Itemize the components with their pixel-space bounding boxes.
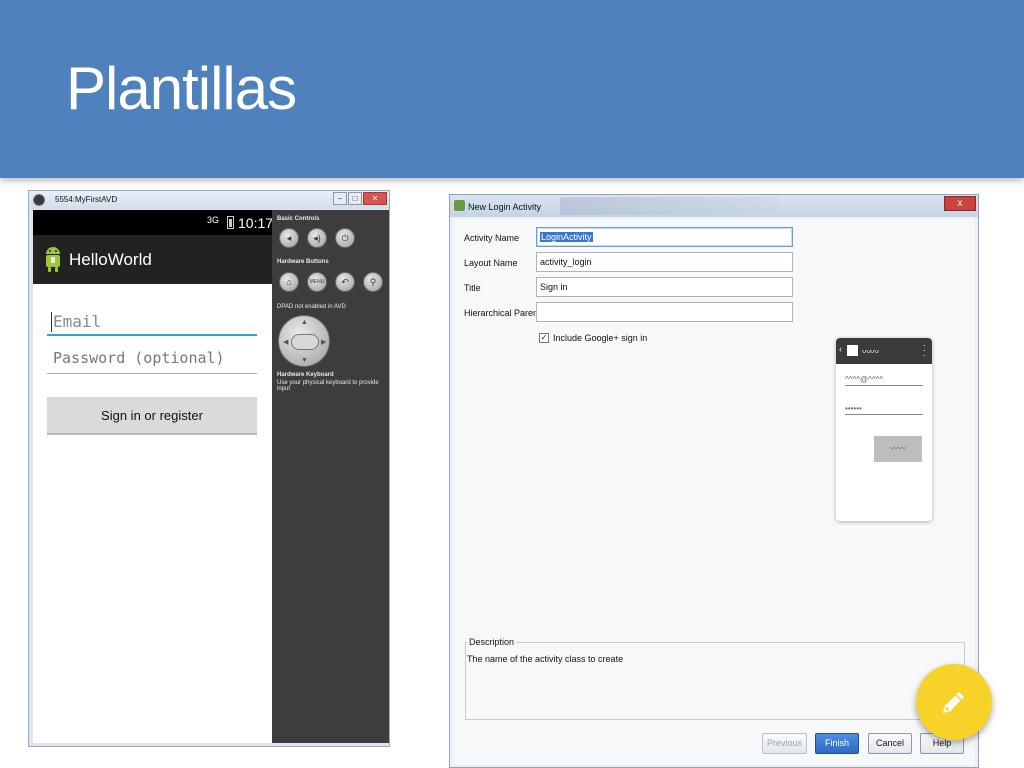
description-legend: Description: [467, 637, 517, 647]
back-icon[interactable]: ↶: [335, 272, 355, 292]
app-title: HelloWorld: [69, 250, 152, 269]
android-icon: [46, 247, 60, 272]
hardware-keyboard-label: Hardware Keyboard: [277, 372, 334, 378]
description-text: The name of the activity class to create: [467, 654, 624, 664]
close-button[interactable]: ✕: [363, 192, 387, 205]
sign-in-button[interactable]: Sign in or register: [47, 397, 257, 435]
dpad-down-icon: ▼: [301, 357, 308, 364]
wizard-title: New Login Activity: [468, 202, 542, 212]
dpad-note: DPAD not enabled in AVD: [277, 304, 346, 310]
menu-button[interactable]: MENU: [307, 272, 327, 292]
hierarchical-parent-label: Hierarchical Parent: [464, 308, 541, 318]
slide-title: Plantillas: [66, 55, 297, 122]
layout-name-input[interactable]: activity_login: [536, 252, 793, 272]
basic-controls-label: Basic Controls: [277, 216, 320, 222]
status-bar: 3G 10:17: [33, 210, 274, 235]
home-icon[interactable]: ⌂: [279, 272, 299, 292]
battery-icon: [227, 216, 234, 229]
preview-email-field: ^^^^@^^^^: [845, 375, 923, 386]
maximize-button[interactable]: □: [348, 192, 362, 205]
preview-app-icon: [847, 345, 858, 356]
status-clock: 10:17: [238, 215, 274, 231]
cancel-button[interactable]: Cancel: [868, 733, 912, 754]
include-google-checkbox[interactable]: ✓: [539, 333, 549, 343]
preview-overflow-icon: · · ·: [922, 340, 926, 361]
preview-password-field: ••••••: [845, 404, 923, 415]
include-google-label: Include Google+ sign in: [553, 333, 648, 343]
emulator-titlebar: 5554:MyFirstAVD – □ ✕: [29, 191, 389, 209]
finish-button[interactable]: Finish: [815, 733, 859, 754]
layout-name-label: Layout Name: [464, 258, 518, 268]
action-bar: HelloWorld: [33, 235, 272, 284]
power-icon[interactable]: ⏻: [335, 228, 355, 248]
email-input[interactable]: Email: [47, 308, 257, 336]
title-input[interactable]: Sign in: [536, 277, 793, 297]
minimize-button[interactable]: –: [333, 192, 347, 205]
title-banner: Plantillas: [0, 0, 1024, 178]
dpad-control[interactable]: ▲ ▼ ◀ ▶: [278, 315, 330, 367]
network-3g-icon: 3G: [207, 215, 220, 225]
hierarchical-parent-input[interactable]: [536, 302, 793, 322]
search-icon[interactable]: ⚲: [363, 272, 383, 292]
volume-up-icon[interactable]: ◂): [307, 228, 327, 248]
activity-name-input[interactable]: LoginActivity: [536, 227, 793, 247]
volume-down-icon[interactable]: ◂: [279, 228, 299, 248]
preview-action-bar: ‹ 〰〰 · · ·: [836, 338, 932, 364]
login-preview-thumbnail: ‹ 〰〰 · · · ^^^^@^^^^ •••••• 〰〰: [836, 338, 932, 521]
activity-name-value: LoginActivity: [540, 232, 593, 242]
preview-title-squiggle: 〰〰: [862, 347, 879, 357]
edit-fab-button[interactable]: [916, 664, 992, 740]
preview-sign-in-button: 〰〰: [874, 436, 922, 462]
title-label: Title: [464, 283, 481, 293]
android-studio-icon: [454, 200, 465, 211]
preview-back-icon: ‹: [839, 344, 842, 354]
dpad-left-icon: ◀: [283, 339, 289, 346]
emulator-app-icon: [33, 194, 45, 206]
hardware-buttons-label: Hardware Buttons: [277, 259, 329, 265]
emulator-window-buttons: – □ ✕: [333, 192, 387, 205]
pencil-icon: [942, 692, 964, 714]
previous-button[interactable]: Previous: [762, 733, 807, 754]
emulator-controls-panel: Basic Controls ◂ ◂) ⏻ Hardware Buttons ⌂…: [272, 210, 389, 743]
wizard-close-button[interactable]: x: [944, 196, 976, 211]
emulator-window: 5554:MyFirstAVD – □ ✕ 3G 10:17 HelloWorl…: [28, 190, 390, 747]
emulator-window-title: 5554:MyFirstAVD: [55, 195, 118, 204]
phone-screen: 3G 10:17 HelloWorld Email Password (opti…: [33, 210, 274, 743]
keyboard-note: Use your physical keyboard to provide in…: [277, 380, 379, 392]
activity-name-label: Activity Name: [464, 233, 520, 243]
wizard-titlebar: New Login Activity x: [450, 195, 978, 217]
password-input[interactable]: Password (optional): [47, 346, 257, 374]
dpad-center[interactable]: [291, 334, 319, 350]
dpad-right-icon: ▶: [321, 339, 327, 346]
slide: Plantillas 5554:MyFirstAVD – □ ✕ 3G 10:1…: [0, 0, 1024, 768]
dpad-up-icon: ▲: [301, 319, 308, 326]
titlebar-blur: [560, 197, 780, 215]
